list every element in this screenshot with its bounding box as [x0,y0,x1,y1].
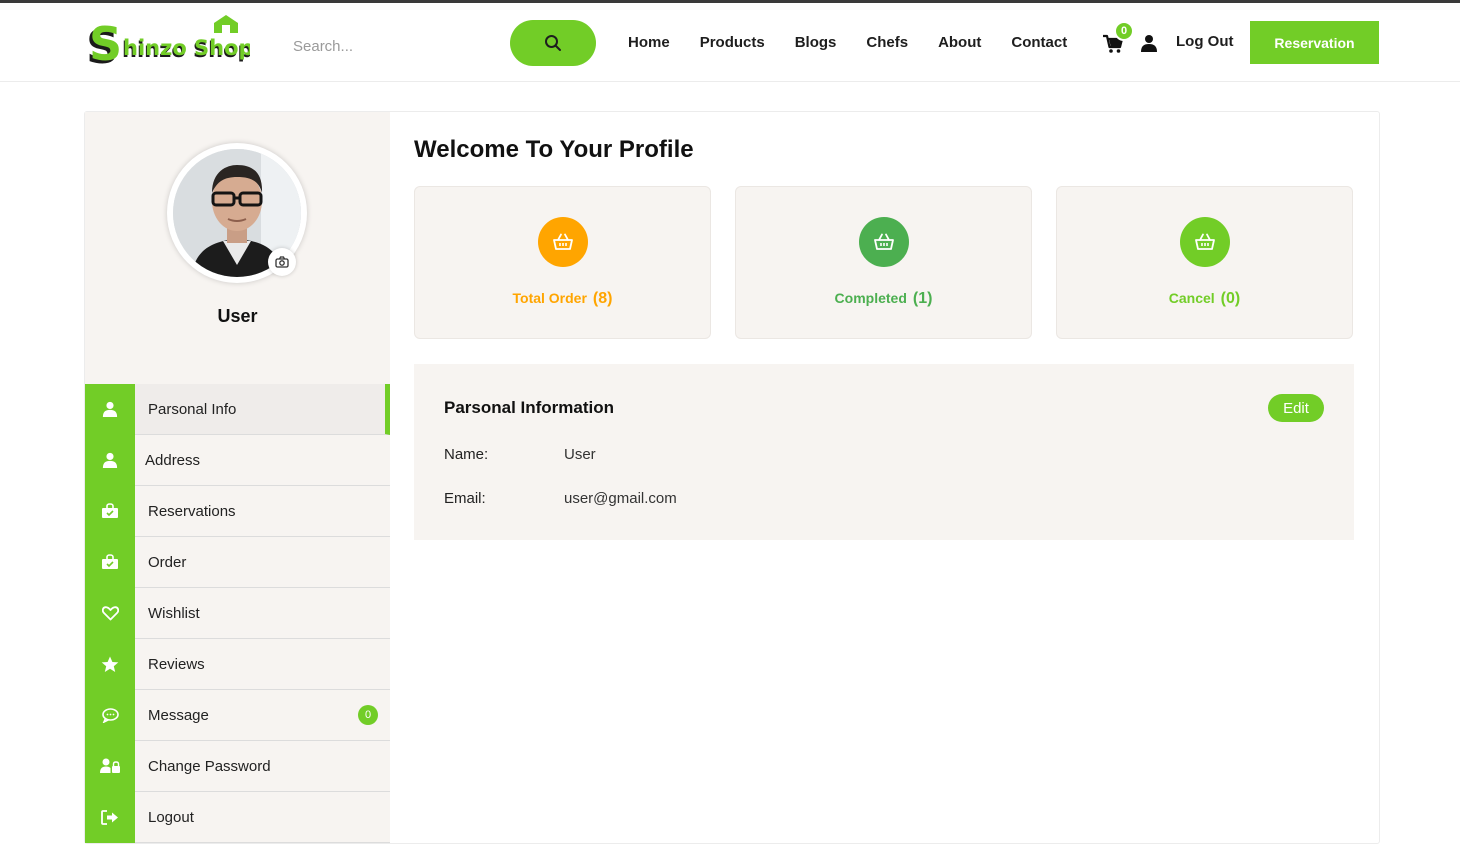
heart-icon [85,587,135,639]
site-header: S S hinzo Shop hinzo Shop Home Products … [0,3,1460,82]
sidebar-item-reviews[interactable]: Reviews [85,638,390,690]
sidebar-item-label: Address [145,451,201,469]
sidebar-item-wishlist[interactable]: Wishlist [85,587,390,639]
basket-icon [538,217,588,267]
total-order-count: (8) [592,290,613,307]
total-order-label: Total Order (8) [512,290,613,307]
name-row: Name: User [444,446,596,463]
cancel-label: Cancel (0) [1168,290,1241,307]
completed-label: Completed (1) [834,290,933,307]
user-lock-icon [85,740,135,792]
sidebar-item-label: Reviews [148,655,205,673]
camera-icon [275,256,289,268]
nav-home[interactable]: Home [628,29,670,57]
user-icon [85,434,135,486]
user-icon [85,383,135,435]
message-count-badge: 0 [358,705,378,725]
shopping-bag-icon [85,485,135,537]
nav-about[interactable]: About [938,29,981,57]
sidebar-item-address[interactable]: Address [85,434,390,486]
sidebar-item-label: Wishlist [148,604,200,622]
search-button[interactable] [510,20,596,66]
sidebar-item-order[interactable]: Order [85,536,390,588]
change-photo-button[interactable] [268,248,296,276]
total-order-card[interactable]: Total Order (8) [414,186,711,339]
sidebar-item-label: Logout [148,808,194,826]
email-row: Email: user@gmail.com [444,490,677,507]
page-title: Welcome To Your Profile [414,136,694,163]
shopping-bag-icon [85,536,135,588]
sidebar-item-logout[interactable]: Logout [85,791,390,843]
search-input[interactable] [283,25,503,67]
profile-username: User [217,306,258,326]
sidebar-item-label: Reservations [148,502,236,520]
personal-information-title: Parsonal Information [444,398,615,417]
name-label: Name: [444,446,489,463]
user-icon[interactable] [1140,34,1158,52]
svg-text:hinzo Shop: hinzo Shop [123,36,250,60]
basket-icon [1180,217,1230,267]
star-icon [85,638,135,690]
cancel-card[interactable]: Cancel (0) [1056,186,1353,339]
svg-text:S: S [89,17,122,69]
sidebar-item-label: Change Password [148,757,271,775]
edit-button[interactable]: Edit [1268,394,1324,422]
sidebar-item-change-password[interactable]: Change Password [85,740,390,792]
nav-products[interactable]: Products [700,29,765,57]
sidebar-menu: Parsonal Info Address Reservations Order… [85,383,390,843]
name-value: User [564,446,596,463]
sidebar-item-label: Parsonal Info [148,400,237,418]
sidebar-item-personal-info[interactable]: Parsonal Info [85,383,390,435]
cancel-count: (0) [1220,290,1241,307]
sidebar-item-label: Order [148,553,187,571]
sidebar-item-label: Message [148,706,209,724]
cart-count-badge: 0 [1114,21,1134,41]
personal-information-panel: Parsonal Information Edit Name: User Emai… [414,364,1354,540]
search-icon [545,35,561,51]
main-nav: Home Products Blogs Chefs About Contact [628,29,1097,57]
reservation-button[interactable]: Reservation [1250,21,1379,64]
basket-icon [859,217,909,267]
nav-contact[interactable]: Contact [1011,29,1067,57]
chat-icon [85,689,135,741]
logout-link[interactable]: Log Out [1176,33,1233,50]
nav-chefs[interactable]: Chefs [866,29,908,57]
sidebar-item-reservations[interactable]: Reservations [85,485,390,537]
completed-count: (1) [912,290,933,307]
email-label: Email: [444,490,486,507]
nav-blogs[interactable]: Blogs [795,29,837,57]
sidebar-item-message[interactable]: Message 0 [85,689,390,741]
completed-card[interactable]: Completed (1) [735,186,1032,339]
email-value: user@gmail.com [564,490,677,507]
sign-out-icon [85,791,135,843]
shinzo-shop-logo[interactable]: S S hinzo Shop hinzo Shop [86,15,250,69]
